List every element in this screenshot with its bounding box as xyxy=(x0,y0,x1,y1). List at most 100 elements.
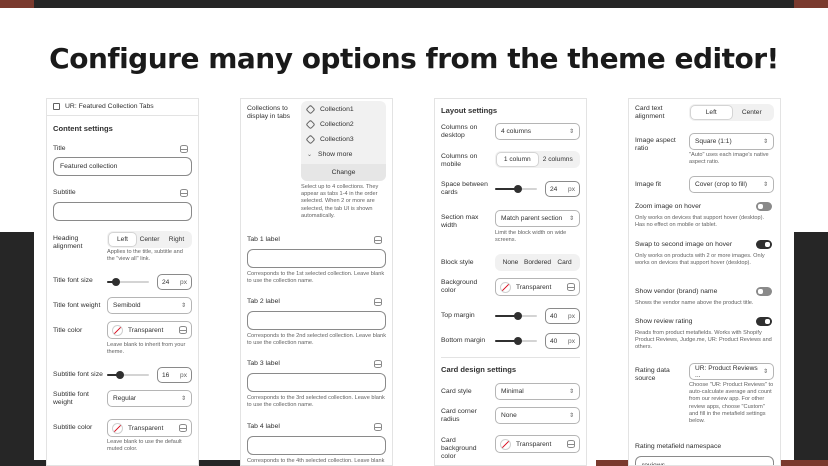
rating-namespace-input[interactable]: reviews xyxy=(635,456,774,466)
block-style-card-option[interactable]: Card xyxy=(551,256,578,269)
one-column-option[interactable]: 1 column xyxy=(497,153,538,166)
value: Square (1:1) xyxy=(695,138,732,145)
review-toggle[interactable] xyxy=(756,317,772,326)
subtitle-font-size-slider[interactable] xyxy=(107,368,149,382)
chevron-updown-icon: ⇕ xyxy=(180,303,186,309)
zoom-help: Only works on devices that support hover… xyxy=(635,215,765,229)
subtitle-font-weight-select[interactable]: Regular ⇕ xyxy=(107,390,192,407)
dynamic-source-icon[interactable] xyxy=(180,189,188,197)
block-style-none-option[interactable]: None xyxy=(497,256,524,269)
two-columns-option[interactable]: 2 columns xyxy=(538,153,579,166)
title-font-size-input[interactable]: 24 px xyxy=(157,274,192,290)
value: 4 columns xyxy=(501,128,532,135)
content-settings-panel: UR: Featured Collection Tabs Content set… xyxy=(46,98,199,466)
dynamic-source-icon[interactable] xyxy=(374,298,382,306)
dynamic-source-icon[interactable] xyxy=(374,360,382,368)
title-font-weight-select[interactable]: Semibold ⇕ xyxy=(107,297,192,314)
transparent-swatch-icon xyxy=(112,324,123,336)
card-corner-radius-select[interactable]: None ⇕ xyxy=(495,407,580,424)
columns-desktop-select[interactable]: 4 columns ⇕ xyxy=(495,123,580,140)
image-aspect-select[interactable]: Square (1:1) ⇕ xyxy=(689,133,774,150)
rating-source-select[interactable]: UR: Product Reviews ... ⇕ xyxy=(689,363,774,380)
value: Transparent xyxy=(516,440,552,448)
title-color-help: Leave blank to inherit from your theme. xyxy=(107,342,186,356)
dynamic-source-icon[interactable] xyxy=(179,326,187,334)
title-color-picker[interactable]: Transparent xyxy=(107,321,192,339)
heading-alignment-segmented[interactable]: Left Center Right xyxy=(107,231,192,248)
frame-bar-top xyxy=(34,0,794,8)
zoom-toggle[interactable] xyxy=(756,202,772,211)
value: Semibold xyxy=(113,302,141,309)
top-margin-slider[interactable] xyxy=(495,309,537,323)
subtitle-font-size-input[interactable]: 16 px xyxy=(157,367,192,383)
space-between-input[interactable]: 24 px xyxy=(545,181,580,197)
zoom-label: Zoom image on hover xyxy=(635,203,702,210)
collection-icon xyxy=(305,104,316,115)
top-margin-input[interactable]: 40 px xyxy=(545,308,580,324)
card-style-select[interactable]: Minimal ⇕ xyxy=(495,383,580,400)
vendor-toggle[interactable] xyxy=(756,287,772,296)
subtitle-input[interactable] xyxy=(53,202,192,221)
card-align-center-option[interactable]: Center xyxy=(732,106,773,119)
background-color-picker[interactable]: Transparent xyxy=(495,278,580,296)
image-aspect-label: Image aspect ratio xyxy=(635,137,676,152)
dynamic-source-icon[interactable] xyxy=(179,424,187,432)
bottom-margin-slider[interactable] xyxy=(495,334,537,348)
unit: px xyxy=(568,312,575,320)
swap-toggle[interactable] xyxy=(756,240,772,249)
dynamic-source-icon[interactable] xyxy=(374,236,382,244)
value: 40 xyxy=(550,312,558,320)
columns-mobile-label: Columns on mobile xyxy=(441,153,478,168)
title-input-value: Featured collection xyxy=(60,163,118,170)
value: reviews xyxy=(642,462,666,466)
image-fit-select[interactable]: Cover (crop to fill) ⇕ xyxy=(689,176,774,193)
card-options-panel: Card text alignment Left Center Image as… xyxy=(628,98,781,466)
block-style-bordered-option[interactable]: Bordered xyxy=(524,256,551,269)
dynamic-source-icon[interactable] xyxy=(180,145,188,153)
bottom-margin-input[interactable]: 40 px xyxy=(545,333,580,349)
tab-4-input[interactable] xyxy=(247,436,386,455)
dynamic-source-icon[interactable] xyxy=(567,283,575,291)
collection-item[interactable]: Collection3 xyxy=(305,134,354,145)
align-right-option[interactable]: Right xyxy=(163,233,190,246)
title-font-size-slider[interactable] xyxy=(107,275,149,289)
chevron-updown-icon: ⇕ xyxy=(568,389,574,395)
chevron-updown-icon: ⇕ xyxy=(762,369,768,375)
tab-3-input[interactable] xyxy=(247,373,386,392)
block-style-segmented[interactable]: None Bordered Card xyxy=(495,254,580,271)
title-font-weight-label: Title font weight xyxy=(53,302,101,309)
card-text-alignment-segmented[interactable]: Left Center xyxy=(689,104,774,121)
tab-2-input[interactable] xyxy=(247,311,386,330)
swap-help: Only works on products with 2 or more im… xyxy=(635,253,765,267)
card-align-left-option[interactable]: Left xyxy=(691,106,732,119)
subtitle-color-picker[interactable]: Transparent xyxy=(107,419,192,437)
title-input[interactable]: Featured collection xyxy=(53,157,192,176)
subtitle-color-help: Leave blank to use the default muted col… xyxy=(107,439,182,453)
chevron-updown-icon: ⇕ xyxy=(762,139,768,145)
show-more-label: Show more xyxy=(318,151,353,158)
title-font-size-label: Title font size xyxy=(53,277,93,284)
section-max-width-select[interactable]: Match parent section ⇕ xyxy=(495,210,580,227)
value: 24 xyxy=(550,185,558,193)
space-between-slider[interactable] xyxy=(495,182,537,196)
divider xyxy=(47,115,198,116)
show-more-link[interactable]: ⌄ Show more xyxy=(307,151,352,158)
collection-item[interactable]: Collection1 xyxy=(305,104,354,115)
card-background-color-picker[interactable]: Transparent xyxy=(495,435,580,453)
change-button[interactable]: Change xyxy=(301,164,386,181)
unit: px xyxy=(180,278,187,286)
dynamic-source-icon[interactable] xyxy=(567,440,575,448)
unit: px xyxy=(568,337,575,345)
dynamic-source-icon[interactable] xyxy=(374,423,382,431)
align-left-option[interactable]: Left xyxy=(109,233,136,246)
collection-item[interactable]: Collection2 xyxy=(305,119,354,130)
frame-bar-right xyxy=(794,232,828,466)
background-color-label: Background color xyxy=(441,279,478,294)
collection-icon xyxy=(305,119,316,130)
tab-1-input[interactable] xyxy=(247,249,386,268)
subtitle-label: Subtitle xyxy=(53,189,76,196)
align-center-option[interactable]: Center xyxy=(136,233,163,246)
columns-mobile-segmented[interactable]: 1 column 2 columns xyxy=(495,151,580,168)
alignment-help: Applies to the title, subtitle and the "… xyxy=(107,249,183,263)
divider xyxy=(441,357,580,358)
